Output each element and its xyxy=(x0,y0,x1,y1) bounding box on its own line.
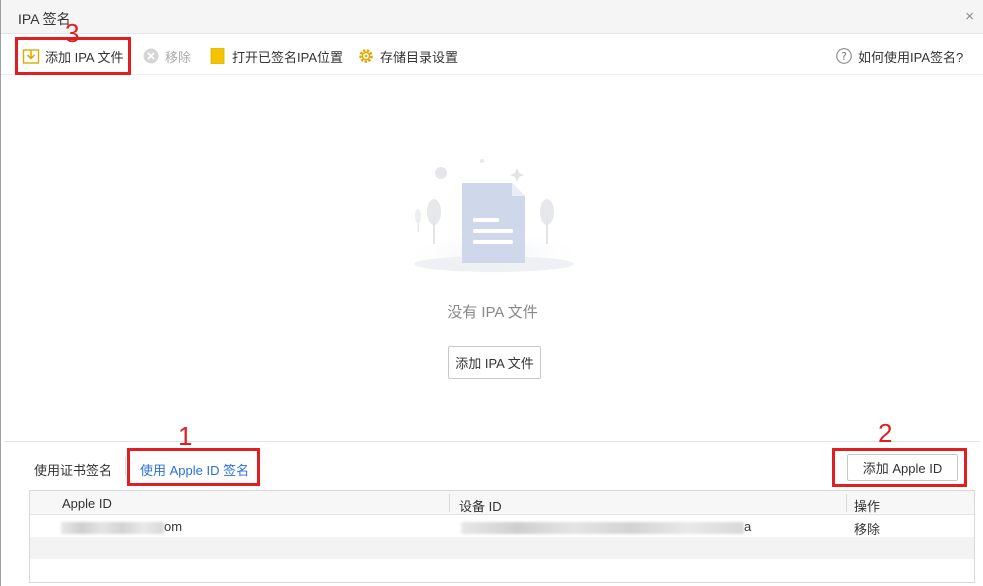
add-ipa-toolbar-button[interactable]: 添加 IPA 文件 xyxy=(22,46,124,66)
close-icon[interactable]: × xyxy=(965,8,974,25)
open-signed-location-label: 打开已签名IPA位置 xyxy=(232,49,343,65)
add-apple-id-button[interactable]: 添加 Apple ID xyxy=(847,454,958,481)
svg-text:?: ? xyxy=(841,50,847,63)
apple-id-cell: om xyxy=(61,519,182,534)
device-id-cell: a xyxy=(461,519,751,534)
annotation-number-1: 1 xyxy=(178,421,193,451)
remove-apple-id-button[interactable]: 移除 xyxy=(854,519,880,538)
table-row[interactable]: om a 移除 xyxy=(30,516,974,537)
column-header-apple-id: Apple ID xyxy=(62,496,112,511)
column-header-device-id: 设备 ID xyxy=(459,499,502,514)
tab-apple-id-sign[interactable]: 使用 Apple ID 签名 xyxy=(140,460,249,479)
empty-document-illustration xyxy=(402,159,586,278)
window-title: IPA 签名 xyxy=(18,11,71,27)
tab-cert-sign[interactable]: 使用证书签名 xyxy=(34,460,112,479)
redacted-device-id xyxy=(461,521,744,534)
apple-id-suffix: om xyxy=(164,519,183,534)
annotation-number-3: 3 xyxy=(65,18,80,48)
gear-icon xyxy=(357,47,375,65)
column-header-action: 操作 xyxy=(854,499,881,514)
table-row-empty xyxy=(30,537,974,559)
remove-toolbar-button[interactable]: 移除 xyxy=(142,46,191,66)
remove-toolbar-label: 移除 xyxy=(165,49,192,65)
open-signed-location-button[interactable]: 打开已签名IPA位置 xyxy=(209,46,343,66)
add-file-icon xyxy=(22,47,40,65)
device-id-suffix: a xyxy=(744,519,752,534)
add-ipa-empty-button[interactable]: 添加 IPA 文件 xyxy=(448,346,541,379)
toolbar: 添加 IPA 文件 移除 打开已签名IPA位置 存储目录设置 ? 如何使用IPA… xyxy=(1,35,983,75)
column-divider xyxy=(846,494,847,512)
table-header: Apple ID 设备 ID 操作 xyxy=(30,491,974,515)
empty-message: 没有 IPA 文件 xyxy=(447,304,538,321)
storage-settings-button[interactable]: 存储目录设置 xyxy=(357,46,458,66)
tab-divider xyxy=(125,457,126,475)
ipa-sign-window: IPA 签名 × 添加 IPA 文件 移除 打开已签名IPA位置 存储目录设置 … xyxy=(0,0,983,586)
column-divider xyxy=(449,494,450,512)
storage-settings-label: 存储目录设置 xyxy=(380,49,459,65)
annotation-number-2: 2 xyxy=(878,418,893,448)
help-label: 如何使用IPA签名? xyxy=(858,49,964,65)
title-bar: IPA 签名 × xyxy=(1,0,983,34)
add-ipa-toolbar-label: 添加 IPA 文件 xyxy=(45,49,124,65)
redacted-apple-id xyxy=(61,521,164,534)
help-link[interactable]: ? 如何使用IPA签名? xyxy=(835,46,963,66)
signing-tabs: 使用证书签名 使用 Apple ID 签名 添加 Apple ID xyxy=(5,442,980,488)
signing-panel: 使用证书签名 使用 Apple ID 签名 添加 Apple ID Apple … xyxy=(5,441,980,586)
remove-circle-icon xyxy=(142,47,160,65)
apple-id-table: Apple ID 设备 ID 操作 om a 移除 xyxy=(29,490,975,583)
question-circle-icon: ? xyxy=(835,47,853,65)
folder-icon xyxy=(209,47,227,65)
